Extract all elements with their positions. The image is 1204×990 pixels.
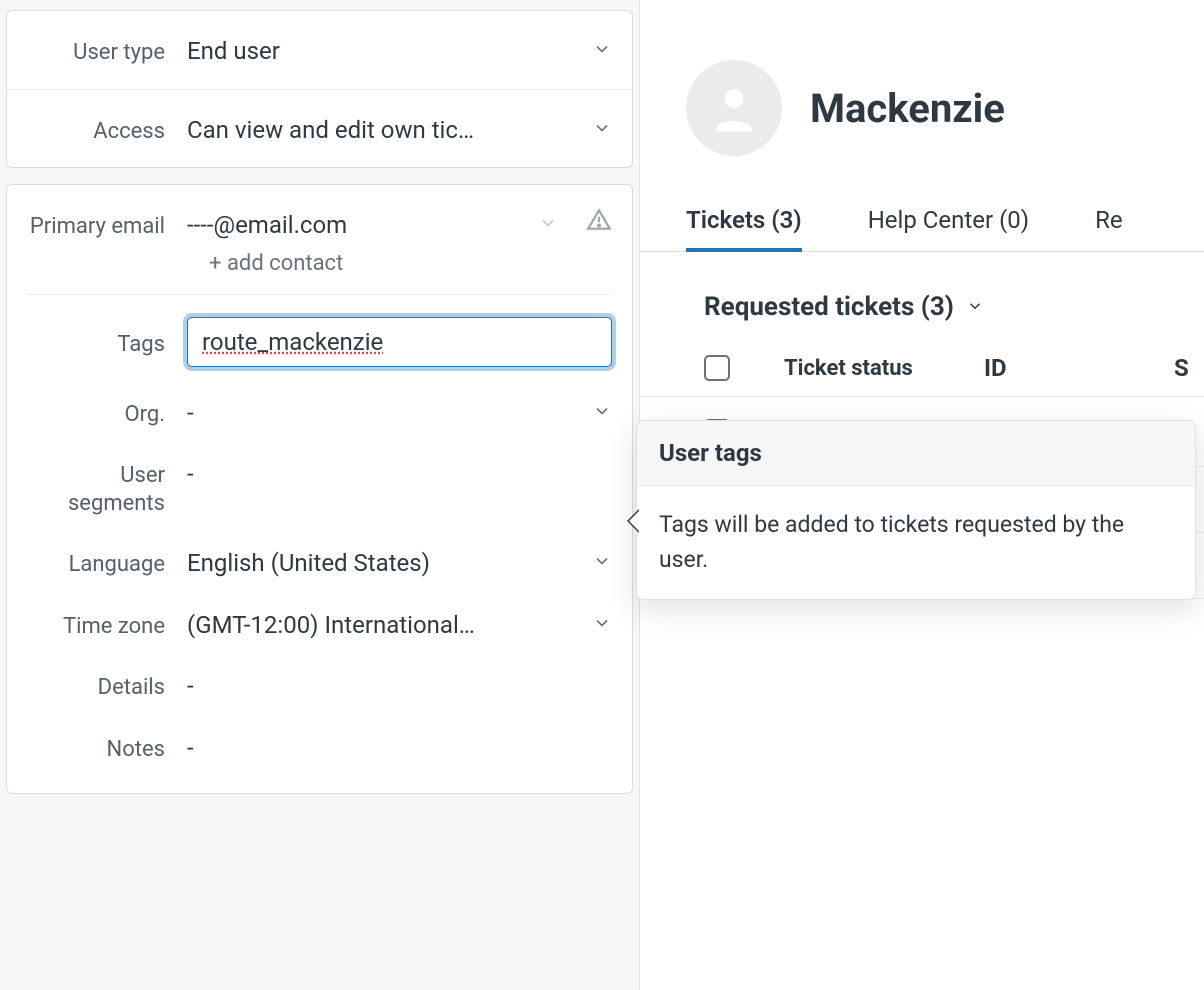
details-row[interactable]: Details -	[7, 662, 632, 724]
profile-header: Mackenzie	[640, 0, 1204, 196]
warning-icon	[586, 207, 612, 239]
org-label: Org.	[27, 395, 187, 429]
user-segments-label: User segments	[27, 456, 187, 517]
user-type-label: User type	[27, 33, 187, 67]
profile-name: Mackenzie	[810, 85, 1005, 132]
access-label: Access	[27, 112, 187, 146]
time-zone-label: Time zone	[27, 607, 187, 641]
tab-related[interactable]: Re	[1095, 196, 1123, 252]
org-row[interactable]: Org. -	[7, 389, 632, 451]
primary-email-value[interactable]: ----@email.com	[187, 207, 347, 239]
access-row[interactable]: Access Can view and edit own tic…	[7, 90, 632, 168]
notes-label: Notes	[27, 730, 187, 764]
requested-tickets-header[interactable]: Requested tickets (3)	[640, 252, 1204, 340]
col-id[interactable]: ID	[984, 354, 1174, 382]
user-type-row[interactable]: User type End user	[7, 11, 632, 90]
tags-row: Tags	[7, 295, 632, 389]
tags-input[interactable]	[187, 317, 612, 367]
popover-body: Tags will be added to tickets requested …	[637, 486, 1195, 599]
language-label: Language	[27, 545, 187, 579]
access-value: Can view and edit own tic…	[187, 112, 474, 144]
language-row[interactable]: Language English (United States)	[7, 539, 632, 601]
select-all-checkbox[interactable]	[704, 355, 730, 381]
tab-tickets[interactable]: Tickets (3)	[686, 196, 802, 252]
org-value: -	[187, 395, 194, 427]
notes-row[interactable]: Notes -	[7, 724, 632, 794]
chevron-down-icon[interactable]	[592, 39, 612, 59]
chevron-down-icon[interactable]	[592, 613, 612, 633]
chevron-down-icon[interactable]	[592, 118, 612, 138]
popover-title: User tags	[637, 421, 1195, 486]
user-segments-row: User segments -	[7, 450, 632, 539]
primary-email-label: Primary email	[27, 207, 187, 241]
user-segments-value: -	[187, 456, 194, 488]
avatar[interactable]	[686, 60, 782, 156]
chevron-down-icon[interactable]	[592, 401, 612, 421]
user-details-card: Primary email ----@email.com + add conta…	[6, 184, 633, 794]
details-value: -	[187, 668, 194, 700]
tabs: Tickets (3) Help Center (0) Re	[640, 196, 1204, 252]
add-contact-link[interactable]: + add contact	[7, 245, 632, 294]
col-subject[interactable]: S	[1174, 354, 1204, 382]
primary-email-row: Primary email ----@email.com	[7, 185, 632, 245]
language-value: English (United States)	[187, 545, 430, 577]
user-tags-popover: User tags Tags will be added to tickets …	[636, 420, 1196, 600]
col-ticket-status[interactable]: Ticket status	[784, 356, 984, 381]
table-header: Ticket status ID S	[640, 340, 1204, 397]
tab-help-center[interactable]: Help Center (0)	[868, 196, 1029, 252]
tags-label: Tags	[27, 317, 187, 359]
user-basics-card: User type End user Access Can view and e…	[6, 10, 633, 168]
user-type-value: End user	[187, 33, 280, 65]
chevron-down-icon[interactable]	[966, 292, 984, 322]
chevron-down-icon[interactable]	[592, 551, 612, 571]
notes-value: -	[187, 730, 194, 762]
chevron-down-icon[interactable]	[538, 213, 558, 233]
time-zone-row[interactable]: Time zone (GMT-12:00) International…	[7, 601, 632, 663]
time-zone-value: (GMT-12:00) International…	[187, 607, 475, 639]
details-label: Details	[27, 668, 187, 702]
